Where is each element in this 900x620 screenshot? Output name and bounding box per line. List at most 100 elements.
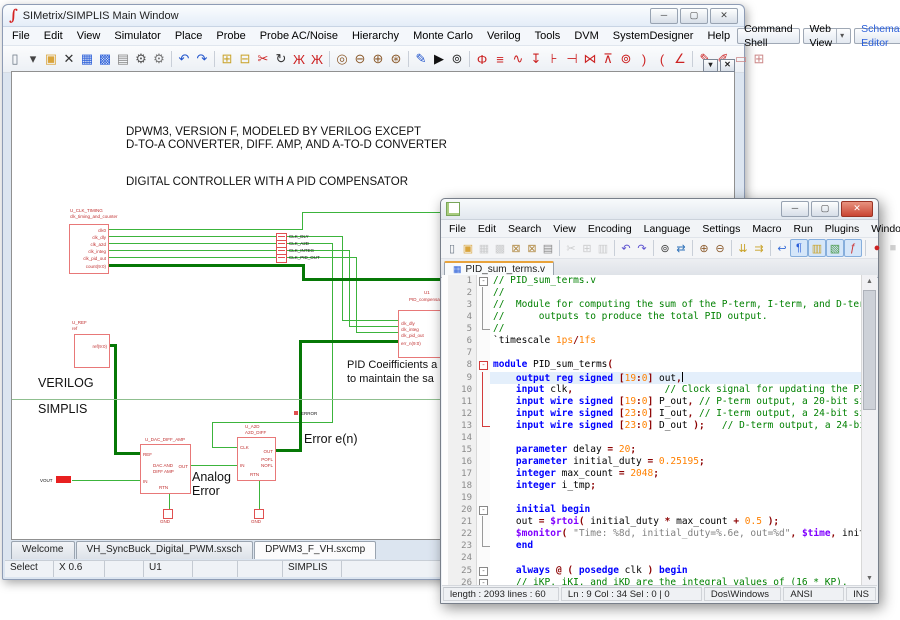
code-text[interactable]: `timescale 1ps/1fs <box>490 335 862 347</box>
fold-margin[interactable] <box>477 480 490 492</box>
zoom-out-icon[interactable]: ⊖ <box>351 50 369 68</box>
indent-guide-icon[interactable]: ▥ <box>808 239 826 257</box>
close-schematic-icon[interactable]: ✕ <box>60 50 78 68</box>
place-wire-icon[interactable]: ✎ <box>412 50 430 68</box>
fold-margin[interactable] <box>477 552 490 564</box>
settings-icon[interactable]: ⚙ <box>132 50 150 68</box>
place-zener-icon[interactable]: ⊼ <box>599 50 617 68</box>
code-text[interactable]: initial begin <box>490 504 862 516</box>
menu-item-view[interactable]: View <box>70 29 108 43</box>
undo-icon[interactable]: ↶ <box>618 240 634 256</box>
fold-margin[interactable] <box>477 372 490 384</box>
code-text[interactable]: module PID_sum_terms( <box>490 359 862 371</box>
fold-margin[interactable]: - <box>477 275 490 287</box>
menu-item-hierarchy[interactable]: Hierarchy <box>345 29 406 43</box>
fold-margin[interactable] <box>477 311 490 323</box>
editor-close-button[interactable]: ✕ <box>841 201 873 217</box>
scroll-up-icon[interactable]: ▲ <box>862 275 877 289</box>
code-text[interactable]: // outputs to produce the total PID outp… <box>490 311 862 323</box>
menu-item-probe-ac-noise[interactable]: Probe AC/Noise <box>253 29 345 43</box>
fold-margin[interactable] <box>477 323 490 335</box>
code-text[interactable]: input wire signed [23:0] I_out, // I-ter… <box>490 408 862 420</box>
open-icon[interactable]: ▣ <box>42 50 60 68</box>
code-text[interactable]: parameter initial_duty = 0.25195; <box>490 456 862 468</box>
terminal-error[interactable] <box>294 411 298 415</box>
menu-item-dvm[interactable]: DVM <box>567 29 605 43</box>
code-text[interactable]: input wire signed [23:0] D_out ); // D-t… <box>490 420 862 432</box>
web-view-button[interactable]: Web View▾ <box>803 28 852 44</box>
editor-maximize-button[interactable]: ▢ <box>811 201 839 217</box>
schematic-editor-button[interactable]: Schematic Editor▾ <box>854 28 900 44</box>
redo-icon[interactable]: ↷ <box>193 50 211 68</box>
fold-margin[interactable]: - <box>477 565 490 577</box>
ground-symbol[interactable] <box>254 509 264 519</box>
fold-collapse-icon[interactable]: - <box>479 567 488 576</box>
fold-margin[interactable] <box>477 408 490 420</box>
place-arrow-box-icon[interactable]: ⊞ <box>750 50 768 68</box>
stop-macro-icon[interactable]: ■ <box>885 240 900 256</box>
save-as-icon[interactable]: ▩ <box>96 50 114 68</box>
menu-item-systemdesigner[interactable]: SystemDesigner <box>606 29 701 43</box>
place-probe-angle-icon[interactable]: ∠ <box>671 50 689 68</box>
editor-title-bar[interactable]: ─ ▢ ✕ <box>441 199 878 220</box>
fold-collapse-icon[interactable]: - <box>479 361 488 370</box>
code-text[interactable] <box>490 492 862 504</box>
simulator-settings-icon[interactable]: ⚙ <box>150 50 168 68</box>
menu-item-place[interactable]: Place <box>168 29 210 43</box>
editor-vertical-scrollbar[interactable]: ▲ ▼ <box>861 275 877 586</box>
command-shell-button[interactable]: Command Shell <box>737 28 799 44</box>
terminal-clk-pid-out[interactable] <box>276 254 287 263</box>
code-text[interactable]: always @ ( posedge clk ) begin <box>490 565 862 577</box>
find-icon[interactable]: ⊚ <box>657 240 673 256</box>
sync-scroll-v-icon[interactable]: ⇊ <box>735 240 751 256</box>
record-macro-icon[interactable]: ● <box>869 240 885 256</box>
zoom-area-icon[interactable]: ◎ <box>333 50 351 68</box>
print-icon[interactable]: ▤ <box>540 240 556 256</box>
code-text[interactable]: input wire signed [19:0] P_out, // P-ter… <box>490 396 862 408</box>
menu-item-language[interactable]: Language <box>638 222 697 236</box>
code-text[interactable]: // <box>490 323 862 335</box>
rotate-icon[interactable]: ↻ <box>272 50 290 68</box>
component-dac-diff-amp[interactable]: REF IN OUT RTN DAC AND DIFF AMP <box>140 444 191 494</box>
close-button[interactable]: ✕ <box>710 8 738 24</box>
menu-item-probe[interactable]: Probe <box>209 29 252 43</box>
scrollbar-thumb[interactable] <box>863 290 876 410</box>
probe-waveform-icon[interactable]: ∿ <box>509 50 527 68</box>
menu-item-file[interactable]: File <box>443 222 472 236</box>
code-text[interactable]: // Module for computing the sum of the P… <box>490 299 862 311</box>
fold-margin[interactable] <box>477 335 490 347</box>
component-ref[interactable]: ref(9:0) <box>74 334 110 368</box>
fold-margin[interactable]: - <box>477 359 490 371</box>
probe-voltage-icon[interactable]: Φ <box>473 50 491 68</box>
mdi-close-icon[interactable]: ✕ <box>720 59 735 72</box>
code-text[interactable]: parameter delay = 20; <box>490 444 862 456</box>
code-text[interactable]: integer max_count = 2048; <box>490 468 862 480</box>
fold-margin[interactable] <box>477 456 490 468</box>
place-ground-icon[interactable]: ≡ <box>491 50 509 68</box>
zoom-in-icon[interactable]: ⊕ <box>369 50 387 68</box>
doc-tab-dpwm3-f-vh-sxcmp[interactable]: DPWM3_F_VH.sxcmp <box>254 541 376 559</box>
paste-icon[interactable]: ▥ <box>595 240 611 256</box>
find-icon[interactable]: ⊚ <box>448 50 466 68</box>
code-text[interactable]: out = $rtoi( initial_duty * max_count + … <box>490 516 862 528</box>
redo-icon[interactable]: ↷ <box>634 240 650 256</box>
save-icon[interactable]: ▦ <box>78 50 96 68</box>
doc-tab-welcome[interactable]: Welcome <box>11 541 75 559</box>
code-text[interactable] <box>490 347 862 359</box>
fold-margin[interactable]: - <box>477 504 490 516</box>
menu-item-verilog[interactable]: Verilog <box>480 29 528 43</box>
place-gate-in-icon[interactable]: ⊦ <box>545 50 563 68</box>
new-schematic-icon[interactable]: ▯ <box>6 50 24 68</box>
fold-margin[interactable] <box>477 384 490 396</box>
code-text[interactable]: integer i_tmp; <box>490 480 862 492</box>
cut-icon[interactable]: ✂ <box>254 50 272 68</box>
menu-item-macro[interactable]: Macro <box>746 222 787 236</box>
save-file-icon[interactable]: ▦ <box>476 240 492 256</box>
place-paren-close-icon[interactable]: ( <box>653 50 671 68</box>
code-text[interactable]: end <box>490 540 862 552</box>
component-a2d-diff[interactable]: CLK IN OUT POFL NOFL RTN <box>237 437 276 481</box>
flip-horizontal-icon[interactable]: Ж <box>290 50 308 68</box>
ground-symbol[interactable] <box>163 509 173 519</box>
doc-tab-vh-syncbuck-digital-pwm-sxsch[interactable]: VH_SyncBuck_Digital_PWM.sxsch <box>76 541 254 559</box>
menu-item-window[interactable]: Window <box>865 222 900 236</box>
